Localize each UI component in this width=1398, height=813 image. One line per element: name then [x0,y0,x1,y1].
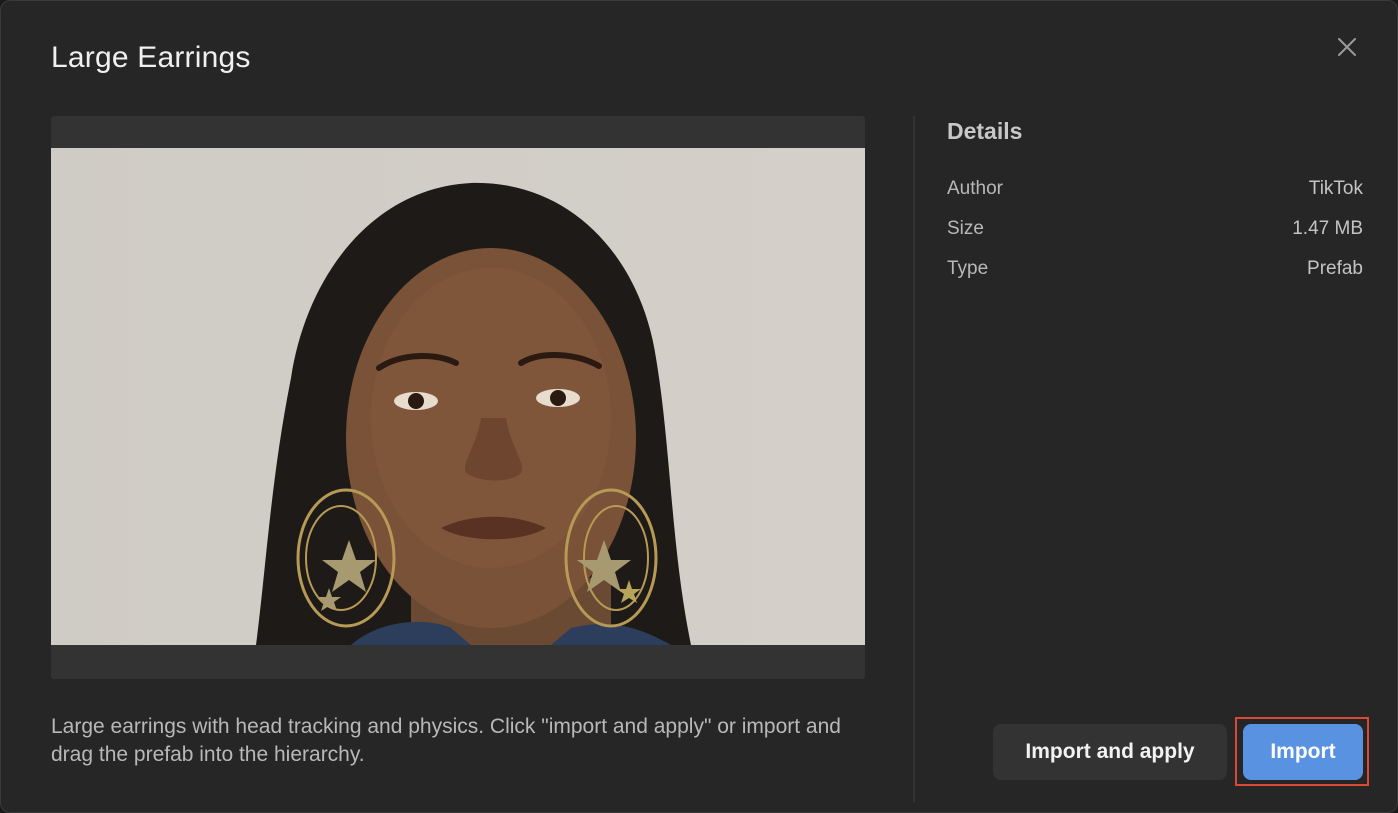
details-heading: Details [947,118,1023,144]
detail-label: Type [947,258,989,279]
detail-value: Prefab [1307,258,1363,279]
detail-row-size: Size 1.47 MB [947,209,1363,249]
detail-value: TikTok [1308,178,1363,199]
asset-description: Large earrings with head tracking and ph… [51,715,841,766]
preview-panel [51,116,865,679]
detail-row-type: Type Prefab [947,249,1363,289]
details-list: Author TikTok Size 1.47 MB Type Prefab [947,169,1363,289]
preview-image [51,148,865,645]
asset-detail-dialog: Large Earrings Large earrings with head … [0,0,1398,813]
detail-value: 1.47 MB [1292,218,1363,239]
import-button[interactable]: Import [1243,724,1363,780]
close-icon [1338,38,1356,56]
panel-divider [913,116,915,802]
detail-row-author: Author TikTok [947,169,1363,209]
detail-label: Size [947,218,984,239]
import-and-apply-button[interactable]: Import and apply [993,724,1227,780]
detail-label: Author [947,178,1003,199]
dialog-title: Large Earrings [51,41,251,74]
close-button[interactable] [1331,31,1363,63]
